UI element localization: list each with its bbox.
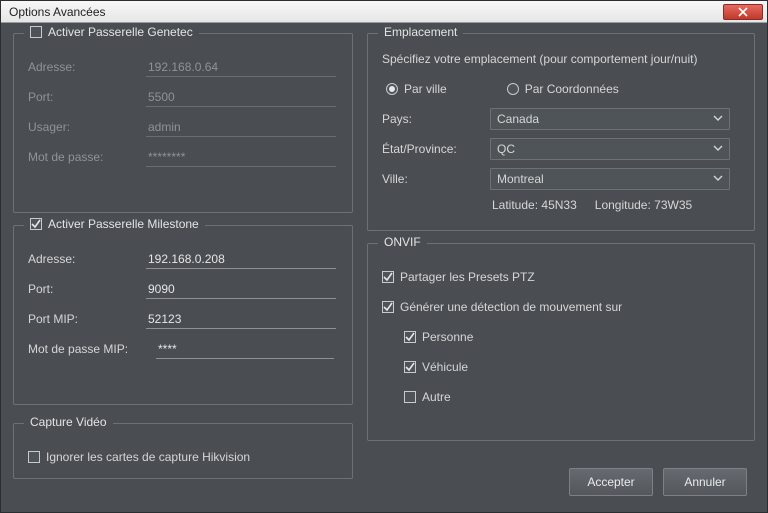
genetec-port-input[interactable] xyxy=(146,88,336,107)
city-select[interactable]: Montreal xyxy=(490,168,730,190)
city-value: Montreal xyxy=(497,172,544,186)
city-label: Ville: xyxy=(382,172,482,186)
state-label: État/Province: xyxy=(382,142,482,156)
onvif-other-checkbox[interactable] xyxy=(404,391,416,403)
country-label: Pays: xyxy=(382,112,482,126)
onvif-motion-label: Générer une détection de mouvement sur xyxy=(400,300,622,314)
accept-button[interactable]: Accepter xyxy=(569,468,653,496)
capture-ignore-checkbox[interactable] xyxy=(28,451,40,463)
milestone-legend: Activer Passerelle Milestone xyxy=(48,217,199,231)
title-bar: Options Avancées xyxy=(1,1,767,23)
close-button[interactable] xyxy=(723,4,763,20)
state-select[interactable]: QC xyxy=(490,138,730,160)
onvif-shareptz-label: Partager les Presets PTZ xyxy=(400,270,535,284)
milestone-passmip-input[interactable] xyxy=(156,340,334,359)
country-select[interactable]: Canada xyxy=(490,108,730,130)
genetec-pass-label: Mot de passe: xyxy=(28,150,138,164)
country-value: Canada xyxy=(497,112,539,126)
location-hint: Spécifiez votre emplacement (pour compor… xyxy=(382,52,740,66)
milestone-address-label: Adresse: xyxy=(28,252,138,266)
dialog-footer: Accepter Annuler xyxy=(569,468,747,496)
onvif-vehicle-checkbox[interactable] xyxy=(404,361,416,373)
onvif-legend: ONVIF xyxy=(384,235,421,249)
group-milestone: Activer Passerelle Milestone Adresse: Po… xyxy=(13,225,353,405)
milestone-portmip-input[interactable] xyxy=(146,310,336,329)
group-genetec: Activer Passerelle Genetec Adresse: Port… xyxy=(13,33,353,213)
close-icon xyxy=(738,7,748,17)
milestone-address-input[interactable] xyxy=(146,250,336,269)
chevron-down-icon xyxy=(713,142,723,156)
window-title: Options Avancées xyxy=(9,5,721,19)
milestone-port-input[interactable] xyxy=(146,280,336,299)
radio-by-city[interactable]: Par ville xyxy=(386,82,447,96)
radio-by-coord[interactable]: Par Coordonnées xyxy=(507,82,619,96)
cancel-button[interactable]: Annuler xyxy=(663,468,747,496)
genetec-enable-checkbox[interactable] xyxy=(30,26,42,38)
chevron-down-icon xyxy=(713,172,723,186)
milestone-enable-checkbox[interactable] xyxy=(30,218,42,230)
onvif-shareptz-checkbox[interactable] xyxy=(382,271,394,283)
genetec-port-label: Port: xyxy=(28,90,138,104)
dialog-body: Activer Passerelle Genetec Adresse: Port… xyxy=(1,23,767,512)
genetec-address-label: Adresse: xyxy=(28,60,138,74)
onvif-person-label: Personne xyxy=(422,330,473,344)
dialog-window: Options Avancées Activer Passerelle Gene… xyxy=(0,0,768,513)
lat-label: Latitude: xyxy=(492,198,538,212)
genetec-pass-input[interactable] xyxy=(146,148,336,167)
radio-by-city-label: Par ville xyxy=(404,82,447,96)
lon-value: 73W35 xyxy=(654,198,692,212)
group-capture: Capture Vidéo Ignorer les cartes de capt… xyxy=(13,423,353,479)
lon-label: Longitude: xyxy=(595,198,651,212)
milestone-port-label: Port: xyxy=(28,282,138,296)
genetec-address-input[interactable] xyxy=(146,58,336,77)
radio-by-coord-label: Par Coordonnées xyxy=(525,82,619,96)
state-value: QC xyxy=(497,142,515,156)
radio-by-coord-box xyxy=(507,83,519,95)
genetec-user-label: Usager: xyxy=(28,120,138,134)
location-legend: Emplacement xyxy=(384,25,457,39)
group-onvif: ONVIF Partager les Presets PTZ Générer u… xyxy=(367,243,755,441)
coord-readout: Latitude: 45N33 Longitude: 73W35 xyxy=(382,198,740,212)
onvif-motion-checkbox[interactable] xyxy=(382,301,394,313)
genetec-user-input[interactable] xyxy=(146,118,336,137)
milestone-portmip-label: Port MIP: xyxy=(28,312,138,326)
onvif-person-checkbox[interactable] xyxy=(404,331,416,343)
capture-ignore-label: Ignorer les cartes de capture Hikvision xyxy=(46,450,250,464)
onvif-vehicle-label: Véhicule xyxy=(422,360,468,374)
radio-by-city-box xyxy=(386,83,398,95)
milestone-passmip-label: Mot de passe MIP: xyxy=(28,342,148,356)
group-location: Emplacement Spécifiez votre emplacement … xyxy=(367,33,755,231)
chevron-down-icon xyxy=(713,112,723,126)
lat-value: 45N33 xyxy=(541,198,576,212)
genetec-legend: Activer Passerelle Genetec xyxy=(48,25,193,39)
onvif-other-label: Autre xyxy=(422,390,451,404)
capture-legend: Capture Vidéo xyxy=(30,415,107,429)
